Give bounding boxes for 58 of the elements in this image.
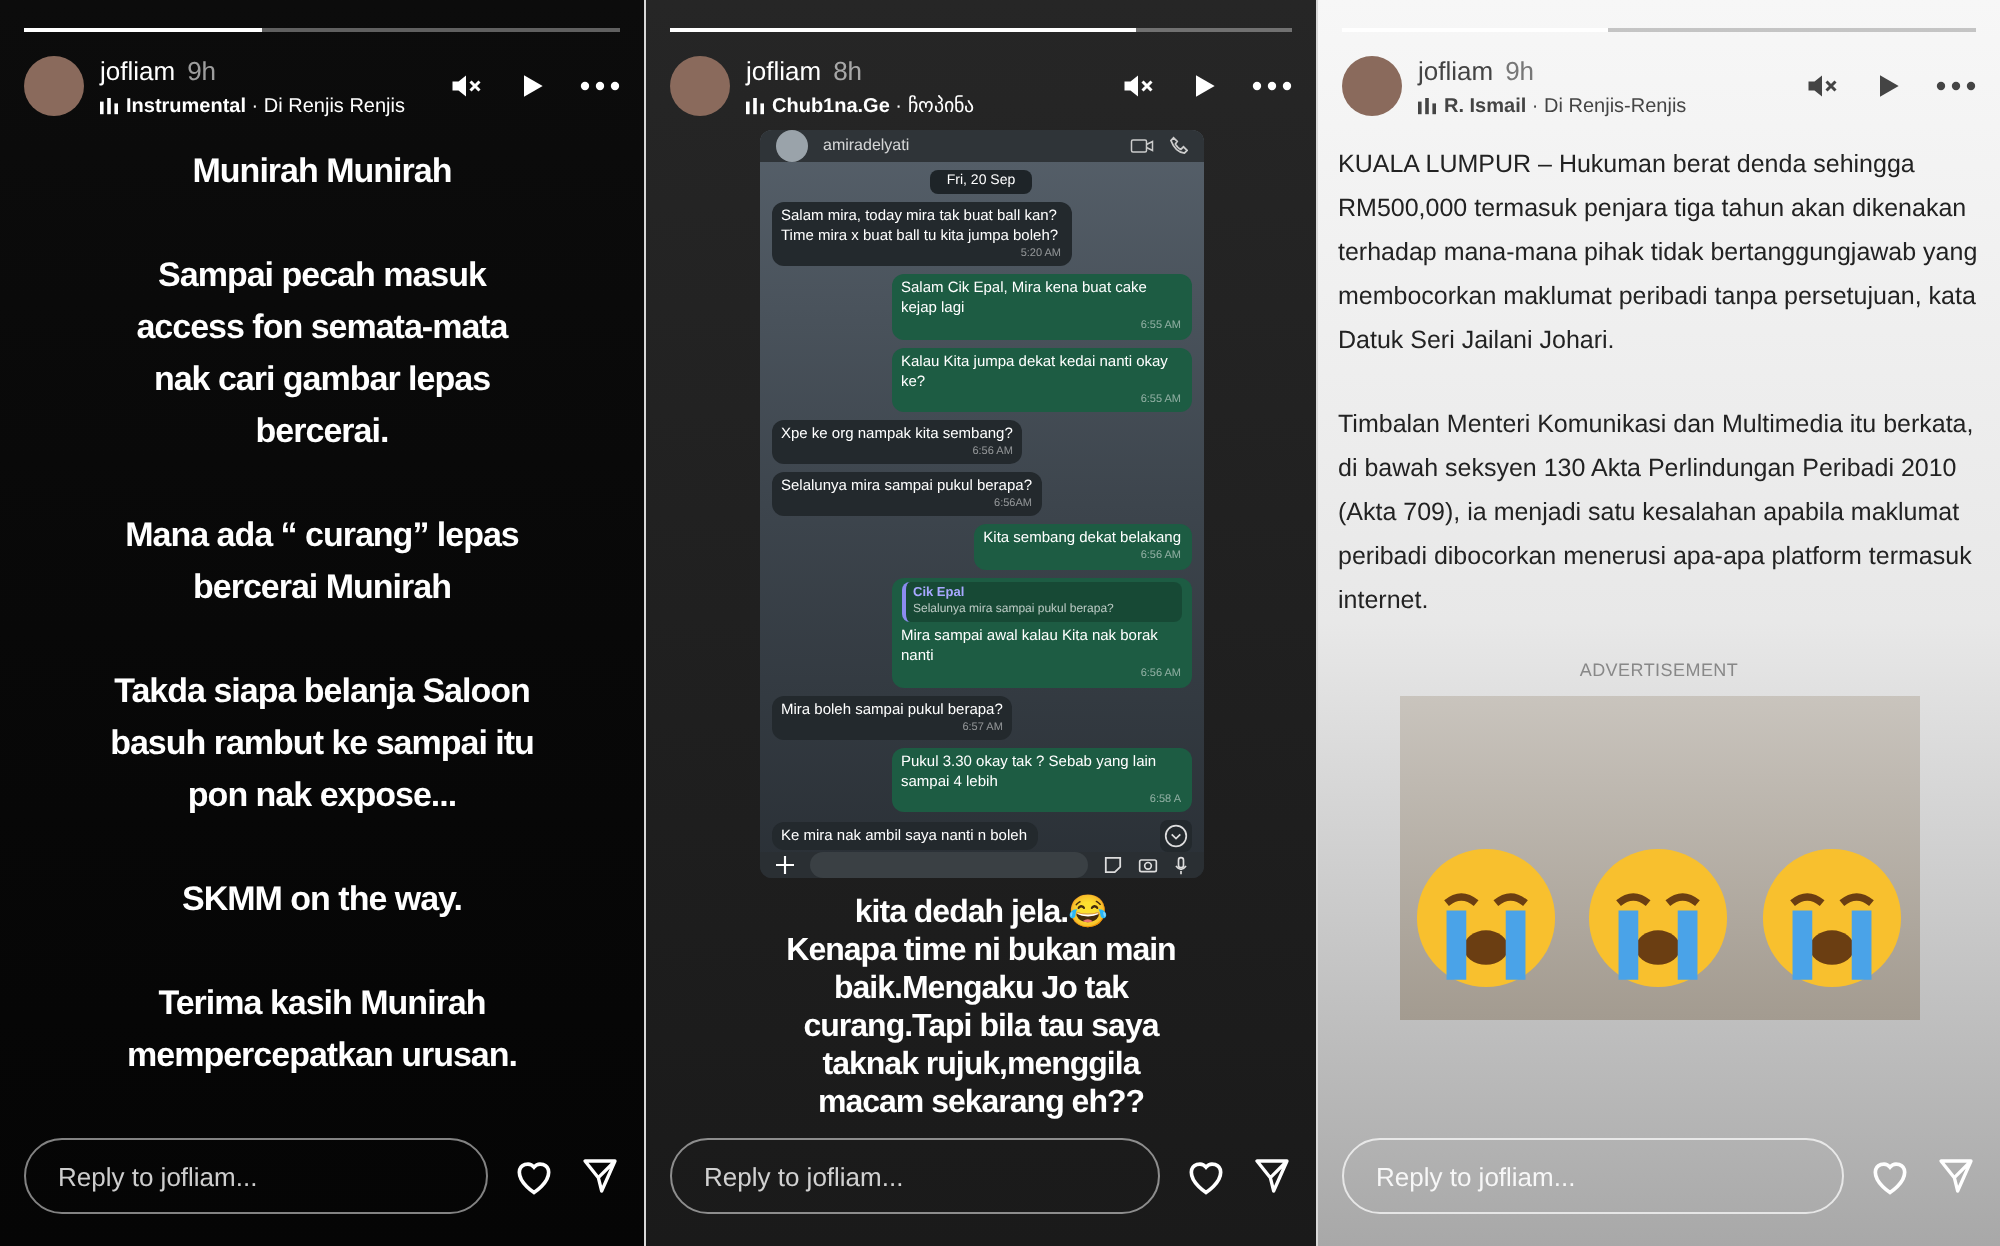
story-text-line: SKMM on the way. [182, 877, 462, 921]
reply-field[interactable]: Reply to jofliam... [1342, 1138, 1844, 1214]
username[interactable]: jofliam [746, 52, 822, 91]
contact-avatar [775, 129, 807, 161]
caption-line: Kenapa time ni bukan main [786, 931, 1176, 969]
story-text-line: bercerai. [255, 409, 389, 453]
phone-icon[interactable] [1169, 136, 1187, 154]
crying-face-icon [1584, 844, 1733, 992]
story-text-line: bercerai Munirah [192, 565, 451, 609]
caption-line: curang.Tapi bila tau saya [803, 1007, 1159, 1045]
story-text-line: access fon semata-mata [136, 305, 508, 349]
article-paragraph: KUALA LUMPUR – Hukuman berat denda sehingga RM500,000 termasuk penjara tiga tahun akan dikenakan terhadap mana-mana pihak tidak bertanggungjawab yang membocorkan maklumat peribadi tanpa persetujuan, kata Datuk Seri Jailani Johari. [1338, 147, 1980, 357]
story-text-line: mempercepatkan urusan. [127, 1033, 517, 1077]
microphone-icon[interactable] [1173, 855, 1187, 875]
sticker-icon[interactable] [1103, 856, 1121, 874]
avatar[interactable] [24, 56, 84, 117]
more-options-icon[interactable] [1936, 80, 1976, 93]
caption-line: taknak rujuk,menggila [822, 1045, 1140, 1083]
username[interactable]: jofliam [1418, 52, 1494, 91]
username[interactable]: jofliam [100, 52, 176, 91]
story-text-line: pon nak expose... [187, 773, 457, 817]
music-label[interactable]: Chub1na.Ge · ჩოპინა [772, 91, 974, 121]
reply-field[interactable]: Reply to jofliam... [670, 1138, 1160, 1214]
message-input-field[interactable] [809, 852, 1087, 877]
send-icon[interactable] [580, 1156, 620, 1196]
video-call-icon[interactable] [1129, 137, 1153, 153]
post-time: 9h [1505, 54, 1535, 90]
advertisement-label: ADVERTISEMENT [1579, 657, 1739, 683]
contact-name: amiradelyati [823, 133, 912, 157]
music-label[interactable]: R. Ismail · Di Renjis-Renjis [1444, 91, 1687, 121]
reply-field[interactable]: Reply to jofliam... [24, 1138, 488, 1214]
story-text-line: nak cari gambar lepas [153, 357, 491, 402]
post-time: 9h [187, 54, 217, 90]
audio-bars-icon [1418, 97, 1436, 115]
send-icon[interactable] [1252, 1156, 1292, 1196]
caption-line: baik.Mengaku Jo tak [834, 969, 1128, 1007]
avatar[interactable] [670, 56, 730, 117]
post-time: 8h [833, 54, 863, 90]
story-text-line: Munirah Munirah [192, 149, 452, 193]
music-label[interactable]: Instrumental · Di Renjis Renjis [126, 91, 405, 121]
audio-bars-icon [746, 97, 764, 115]
story-text-line: basuh rambut ke sampai itu [110, 721, 534, 765]
story-text-line: Mana ada “ curang” lepas [125, 513, 519, 558]
article-paragraph: Timbalan Menteri Komunikasi dan Multimedia itu berkata, di bawah seksyen 130 Akta Perlindungan Peribadi 2010 (Akta 709), ia menjadi satu kesalahan apabila maklumat peribadi dibocorkan menerusi apa-apa platform termasuk internet. [1338, 407, 1976, 617]
story-text-line: Terima kasih Munirah [158, 981, 486, 1025]
more-options-icon[interactable] [580, 80, 620, 93]
audio-bars-icon [100, 97, 118, 115]
crying-face-icon [1758, 844, 1907, 992]
crying-face-icon [1411, 844, 1560, 992]
camera-icon[interactable] [1137, 856, 1157, 874]
caption-line: kita dedah jela.😂 [854, 893, 1108, 931]
story-text-line: Takda siapa belanja Saloon [114, 669, 530, 713]
scroll-down-icon[interactable] [1159, 820, 1191, 852]
plus-icon[interactable] [775, 856, 793, 874]
avatar[interactable] [1342, 56, 1402, 117]
more-options-icon[interactable] [1252, 80, 1292, 93]
caption-line: macam sekarang eh?? [817, 1083, 1145, 1121]
story-text-line: Sampai pecah masuk [158, 253, 486, 297]
